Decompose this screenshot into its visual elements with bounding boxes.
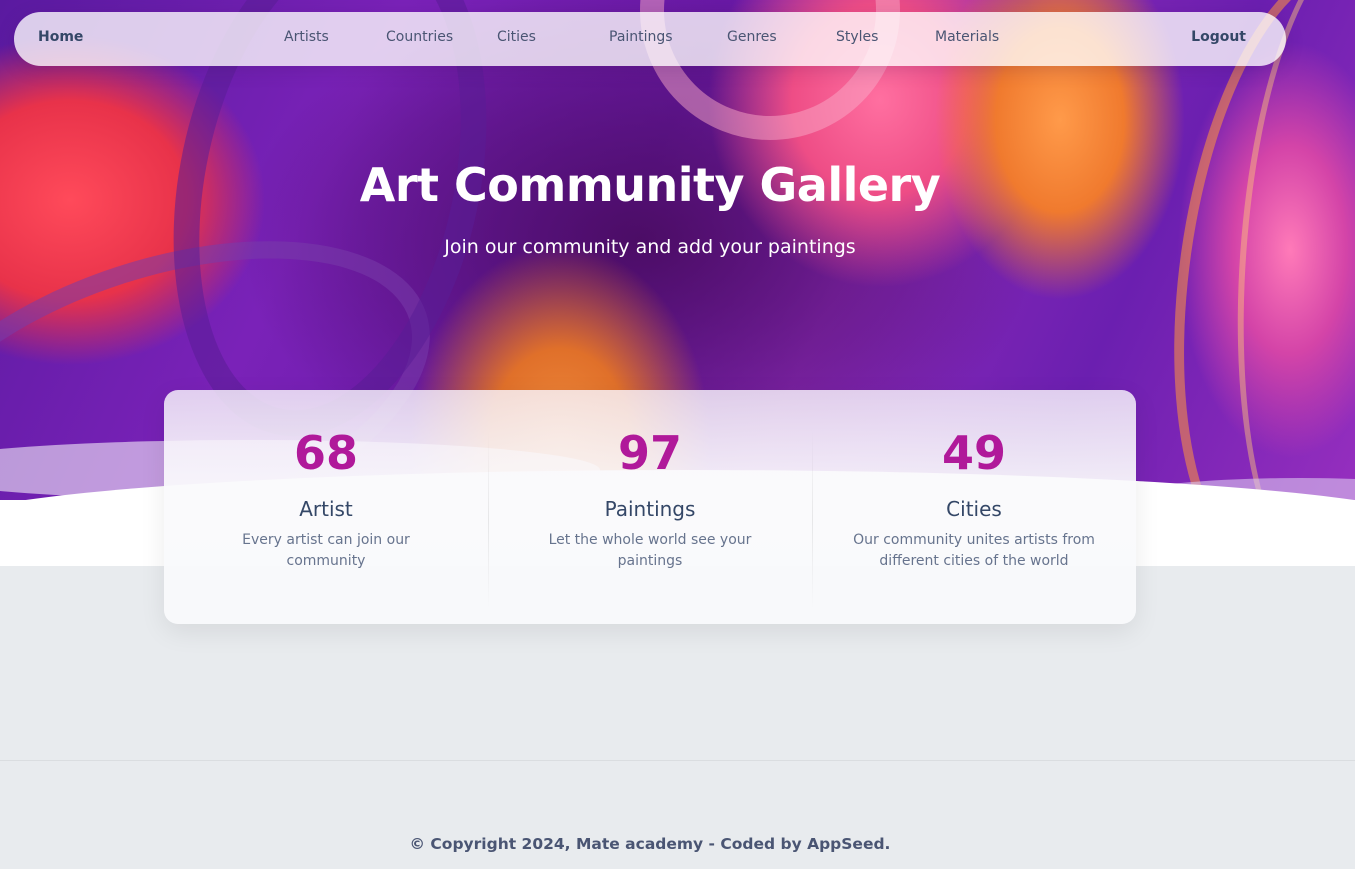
nav-link-countries[interactable]: Countries [386, 29, 453, 45]
stat-artists: 68 Artist Every artist can join our comm… [164, 390, 488, 624]
nav-link-materials[interactable]: Materials [935, 29, 999, 45]
stat-title: Paintings [604, 497, 696, 521]
nav-home-link[interactable]: Home [38, 29, 83, 45]
stat-description: Let the whole world see your paintings [548, 532, 752, 569]
stat-description: Every artist can join our community [242, 532, 410, 569]
stat-title: Artist [299, 497, 353, 521]
stat-paintings: 97 Paintings Let the whole world see you… [488, 390, 812, 624]
page-subtitle: Join our community and add your painting… [444, 236, 856, 258]
top-navbar: Home Artists Countries Cities Paintings Genr… [14, 12, 1286, 66]
stats-card: 68 Artist Every artist can join our comm… [164, 390, 1136, 624]
stat-number: 49 [941, 426, 1006, 480]
nav-link-artists[interactable]: Artists [284, 29, 329, 45]
nav-link-styles[interactable]: Styles [836, 29, 878, 45]
stat-title: Cities [946, 497, 1002, 521]
footer-copyright: © Copyright 2024, Mate academy - Coded b… [409, 835, 891, 853]
nav-link-cities[interactable]: Cities [497, 29, 536, 45]
stat-description: Our community unites artists from differ… [853, 532, 1095, 569]
nav-link-paintings[interactable]: Paintings [609, 29, 673, 45]
stat-number: 68 [293, 426, 358, 480]
stat-number: 97 [617, 426, 682, 480]
nav-link-genres[interactable]: Genres [727, 29, 777, 45]
logout-link[interactable]: Logout [1191, 29, 1246, 45]
page-title: Art Community Gallery [359, 158, 941, 212]
footer-divider [0, 760, 1355, 761]
stat-cities: 49 Cities Our community unites artists f… [812, 390, 1136, 624]
